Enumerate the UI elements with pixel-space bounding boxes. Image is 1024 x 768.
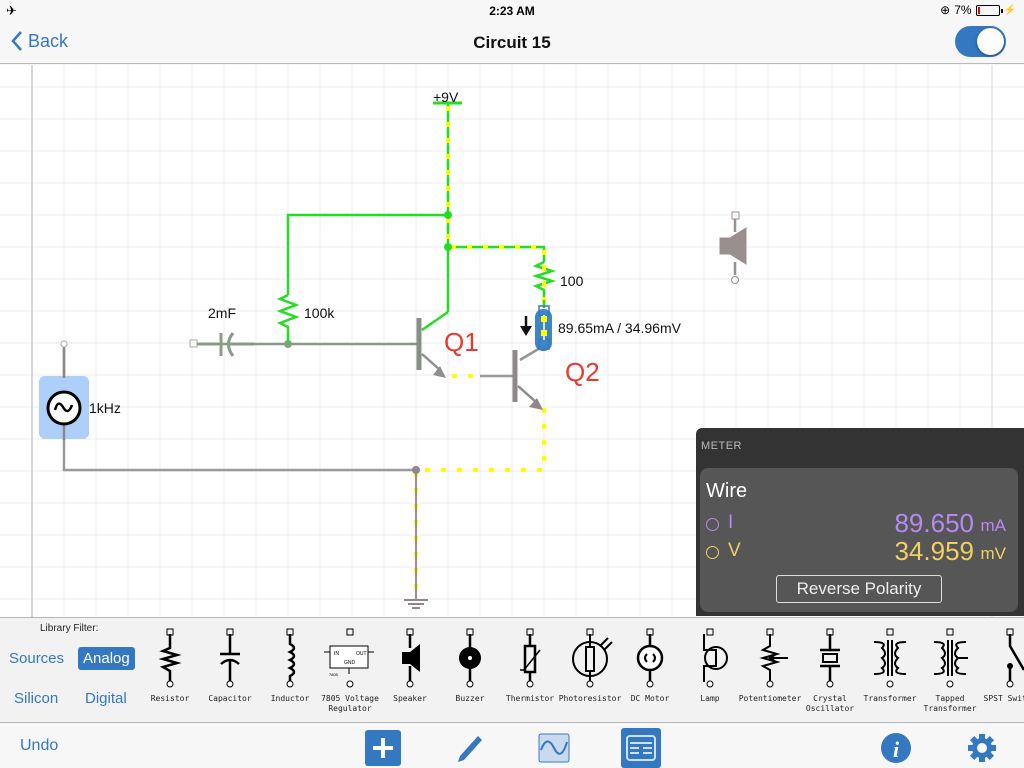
capacitor-symbol [189, 332, 254, 357]
inductor-icon [286, 628, 296, 688]
library-item-buzzer[interactable]: Buzzer [440, 626, 500, 720]
add-icon[interactable] [365, 730, 401, 766]
battery-percent: 7% [954, 3, 972, 17]
current-supply [446, 106, 546, 312]
meter-header: METER [701, 440, 742, 452]
library-item-label: SPST Switch [983, 694, 1024, 703]
voltage-radio[interactable] [706, 546, 719, 559]
ground-symbol [404, 599, 428, 609]
current-unit: mA [980, 516, 1007, 535]
library-item-crystal-oscillator[interactable]: Crystal Oscillator [800, 626, 860, 720]
wire-q2c-probe [519, 346, 541, 362]
meter-voltage-row: V 34.959 mV [706, 536, 1007, 566]
capacitor-icon [220, 628, 240, 688]
buzzer-icon [459, 628, 481, 688]
settings-gear-icon[interactable] [964, 730, 1000, 766]
thermistor-icon [520, 628, 541, 688]
meter-panel: METER Wire I 89.650 mA V 34.959 mV Rever… [696, 428, 1024, 616]
status-right: ⊕ 7% ⚡ [940, 3, 1016, 17]
transformer-icon [873, 628, 907, 688]
voltage-value: 34.959 [894, 536, 974, 566]
filter-sources[interactable]: Sources [4, 647, 69, 670]
voltage-unit: mV [980, 544, 1007, 563]
library-item-capacitor[interactable]: Capacitor [200, 626, 260, 720]
current-radio[interactable] [706, 518, 719, 531]
toggle-knob [977, 28, 1004, 55]
library-item-thermistor[interactable]: Thermistor [500, 626, 560, 720]
meter-readout: Wire I 89.650 mA V 34.959 mV Reverse Pol… [700, 468, 1018, 612]
source-label: 1kHz [89, 400, 121, 416]
current-symbol: I [728, 512, 734, 533]
filter-digital[interactable]: Digital [80, 687, 132, 710]
library-item-resistor[interactable]: Resistor [140, 626, 200, 720]
speaker-component [719, 211, 747, 284]
r2-label: 100 [560, 273, 584, 289]
nav-bar: Back Circuit 15 [0, 22, 1024, 64]
voltage-regulator-icon: IN OUTGND 7805 [324, 628, 374, 688]
transistor-q1 [410, 318, 441, 371]
wire-r1-top [286, 213, 448, 295]
info-icon[interactable]: i [878, 730, 914, 766]
voltage-symbol: V [728, 540, 741, 561]
svg-text:IN: IN [334, 651, 339, 657]
crystal-oscillator-icon [820, 628, 840, 688]
orientation-lock-icon: ⊕ [940, 3, 951, 17]
current-value: 89.650 [894, 508, 974, 538]
undo-button[interactable]: Undo [20, 737, 58, 755]
tapped-transformer-icon [933, 628, 968, 688]
lamp-icon [703, 628, 728, 688]
supply-label: +9V [433, 89, 459, 105]
library-item-spst-switch[interactable]: SPST Switch [980, 626, 1024, 720]
bottom-toolbar: Undo i [0, 724, 1024, 768]
simulation-toggle[interactable] [955, 26, 1006, 57]
pencil-icon[interactable] [452, 730, 488, 766]
q2-label: Q2 [565, 357, 600, 387]
page-title: Circuit 15 [473, 33, 551, 52]
spst-switch-icon [1006, 628, 1024, 688]
resistor-100k [276, 293, 300, 344]
filter-analog[interactable]: Analog [78, 647, 135, 670]
battery-icon [975, 4, 1003, 16]
library-item-dc-motor[interactable]: DC Motor [620, 626, 680, 720]
component-library: Library Filter: Sources Analog Silicon D… [0, 617, 1024, 723]
svg-text:GND: GND [344, 660, 356, 666]
probe-readout: 89.65mA / 34.96mV [558, 320, 681, 336]
meter-current-row: I 89.650 mA [706, 508, 1007, 538]
library-item-speaker[interactable]: Speaker [380, 626, 440, 720]
potentiometer-icon [759, 628, 788, 688]
svg-text:OUT: OUT [356, 651, 367, 657]
library-item-7805-voltage-regulator[interactable]: IN OUT GND 7805 7805 Voltage Regulator [320, 626, 380, 720]
status-time: 2:23 AM [489, 4, 535, 18]
capacitor-label: 2mF [208, 305, 236, 321]
meter-list-icon[interactable] [621, 728, 661, 768]
charging-bolt-icon: ⚡ [1003, 4, 1016, 16]
dc-motor-icon [636, 628, 664, 688]
meter-element-name: Wire [706, 480, 748, 502]
back-label: Back [28, 30, 69, 51]
library-item-tapped-transformer[interactable]: Tapped Transformer [920, 626, 980, 720]
oscilloscope-icon[interactable] [537, 730, 573, 766]
back-button[interactable]: Back [10, 30, 68, 52]
library-item-lamp[interactable]: Lamp [680, 626, 740, 720]
reverse-polarity-button[interactable]: Reverse Polarity [776, 575, 942, 603]
current-q2e-ground [414, 408, 546, 600]
speaker-icon [402, 628, 420, 688]
svg-text:i: i [893, 737, 900, 762]
resistor-icon [158, 628, 182, 688]
filter-silicon[interactable]: Silicon [9, 687, 63, 710]
chevron-left-icon [11, 31, 22, 51]
photoresistor-icon [572, 628, 613, 688]
q1-label: Q1 [444, 327, 479, 357]
wire-r2-top [448, 245, 546, 262]
library-item-photoresistor[interactable]: Photoresistor [559, 626, 621, 720]
svg-text:7805: 7805 [329, 672, 339, 677]
library-filter-label: Library Filter: [40, 623, 99, 634]
status-bar: ✈ 2:23 AM ⊕ 7% ⚡ [0, 0, 1024, 22]
r1-label: 100k [304, 305, 335, 321]
